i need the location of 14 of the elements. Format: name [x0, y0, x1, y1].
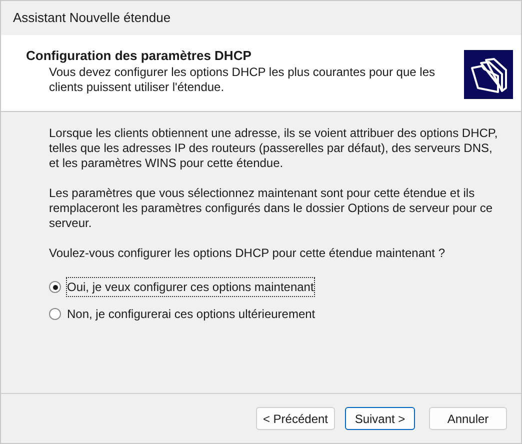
folders-icon — [464, 50, 513, 99]
body-paragraph: Les paramètres que vous sélectionnez maintenant sont pour cette étendue et ils remplaceront les paramètres configurés dans le dossier Options de serveur pour ce serveur. — [49, 186, 494, 231]
radio-icon[interactable] — [49, 308, 61, 320]
window-title: Assistant Nouvelle étendue — [13, 9, 171, 28]
wizard-button[interactable]: < Précédent — [256, 407, 335, 430]
radio-icon[interactable] — [49, 281, 61, 293]
wizard-button[interactable]: Annuler — [429, 407, 507, 430]
radio-option[interactable]: Non, je configurerai ces options ultérieurement — [49, 305, 501, 323]
header-subtitle: Vous devez configurer les options DHCP les plus courantes pour que les clients puissent utiliser l'étendue. — [48, 65, 436, 95]
wizard-button[interactable]: Suivant > — [345, 407, 415, 430]
body-paragraph: Voulez-vous configurer les options DHCP pour cette étendue maintenant ? — [49, 246, 446, 261]
radio-option[interactable]: Oui, je veux configurer ces options maintenant — [49, 278, 501, 296]
header-title: Configuration des paramètres DHCP — [26, 48, 252, 64]
body-paragraph: Lorsque les clients obtiennent une adresse, ils se voient attribuer des options DHCP, telles que les adresses IP des routeurs (passerelles par défaut), des serveurs DNS, et les paramètres WINS pour cette étendue. — [49, 126, 499, 171]
